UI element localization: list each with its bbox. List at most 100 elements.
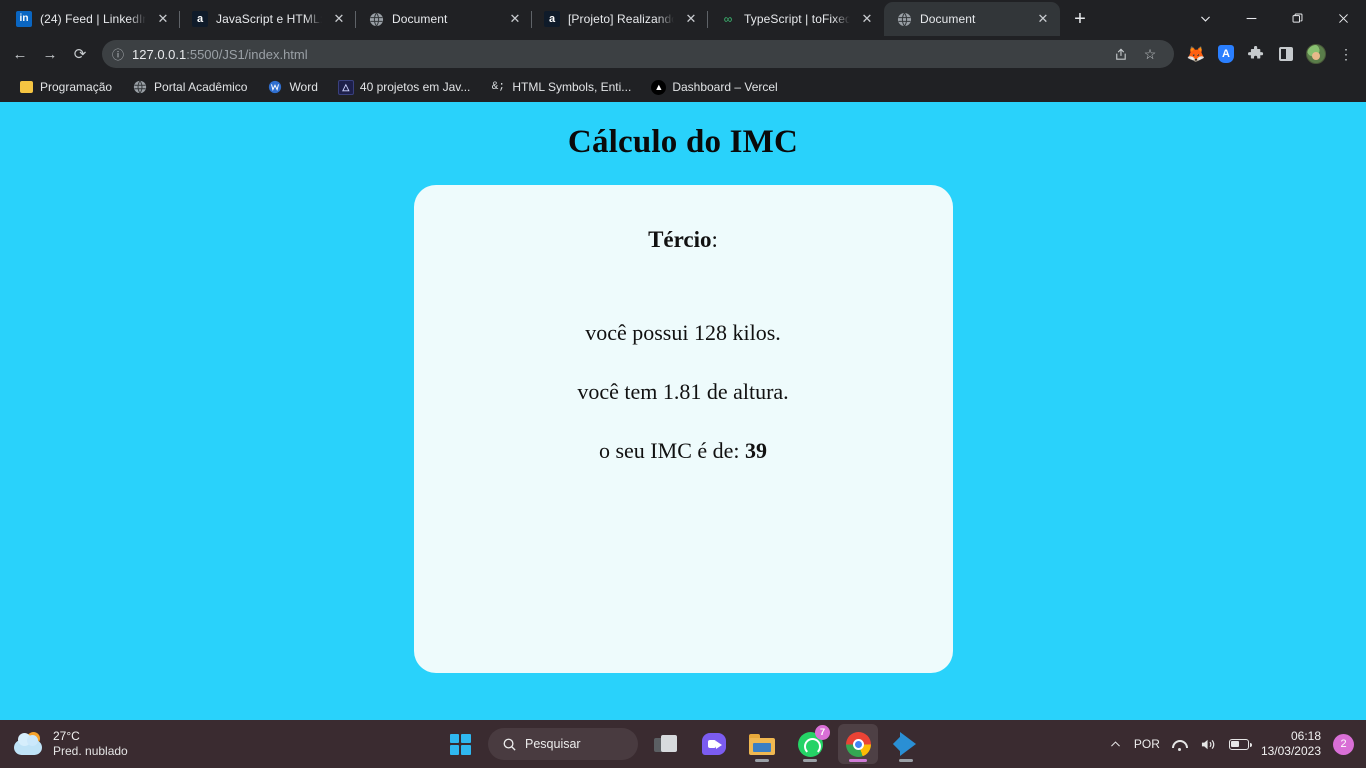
search-icon <box>503 738 516 751</box>
sun-behind-cloud-icon <box>14 731 44 757</box>
battery-icon[interactable] <box>1228 738 1252 750</box>
file-explorer-button[interactable] <box>742 724 782 764</box>
clock-date: 13/03/2023 <box>1260 744 1321 758</box>
vercel-icon: ▲ <box>651 79 667 95</box>
browser-window: in (24) Feed | LinkedIn ✕ a JavaScript e… <box>0 0 1366 768</box>
tab-close-icon[interactable]: ✕ <box>330 10 348 28</box>
share-icon[interactable] <box>1106 40 1134 68</box>
url-host: 127.0.0.1 <box>132 46 187 62</box>
height-line: você tem 1.81 de altura. <box>577 379 789 404</box>
teams-icon <box>702 733 726 755</box>
tab-close-icon[interactable]: ✕ <box>154 10 172 28</box>
bookmark-label: 40 projetos em Jav... <box>359 80 471 94</box>
vscode-icon <box>894 732 918 756</box>
metamask-icon[interactable]: 🦊 <box>1182 40 1210 68</box>
tab-linkedin[interactable]: in (24) Feed | LinkedIn ✕ <box>4 2 180 36</box>
vscode-button[interactable] <box>886 724 926 764</box>
tab-close-icon[interactable]: ✕ <box>858 10 876 28</box>
tab-close-icon[interactable]: ✕ <box>506 10 524 28</box>
bookmark-programacao[interactable]: Programação <box>10 76 120 98</box>
reload-icon[interactable]: ⟳ <box>66 40 94 68</box>
extensions-puzzle-icon[interactable] <box>1242 40 1270 68</box>
tab-title: Document <box>920 12 976 26</box>
taskbar-clock[interactable]: 06:18 13/03/2023 <box>1261 729 1321 759</box>
tab-search-icon[interactable] <box>1182 0 1228 36</box>
running-indicator <box>803 759 817 762</box>
bookmark-label: Programação <box>40 80 113 94</box>
page-viewport: Cálculo do IMC Tércio: você possui 128 k… <box>0 102 1366 720</box>
tab-projeto-realizando[interactable]: a [Projeto] Realizando o ✕ <box>532 2 708 36</box>
restore-icon[interactable] <box>1274 0 1320 36</box>
windows-taskbar: 27°C Pred. nublado Pesquisar 7 POR 06:18… <box>0 720 1366 768</box>
task-view-button[interactable] <box>646 724 686 764</box>
volume-icon[interactable] <box>1200 737 1217 752</box>
typescript-link-icon: ∞ <box>723 12 733 26</box>
imc-result-lines: você possui 128 kilos. você tem 1.81 de … <box>414 322 953 462</box>
tab-title: (24) Feed | LinkedIn <box>40 12 146 26</box>
tab-document-1[interactable]: Document ✕ <box>356 2 532 36</box>
window-controls <box>1182 0 1366 36</box>
document-globe-icon <box>896 11 912 27</box>
tab-typescript-tofixed[interactable]: ∞ TypeScript | toFixed() ✕ <box>708 2 884 36</box>
whatsapp-badge: 7 <box>815 725 830 740</box>
file-explorer-icon <box>749 733 775 755</box>
tab-javascript-html[interactable]: a JavaScript e HTML: de ✕ <box>180 2 356 36</box>
task-view-icon <box>654 735 678 753</box>
url-path: :5500/JS1/index.html <box>186 46 308 62</box>
browser-toolbar: ← → ⟳ ⓘ 127.0.0.1:5500/JS1/index.html ☆ … <box>0 36 1366 72</box>
chrome-icon <box>845 731 871 757</box>
bookmark-star-icon[interactable]: ☆ <box>1136 40 1164 68</box>
bookmark-40-projetos[interactable]: △ 40 projetos em Jav... <box>330 77 479 98</box>
bookmark-label: Portal Acadêmico <box>154 80 248 94</box>
page-title: Cálculo do IMC <box>567 124 799 160</box>
alura-academy-icon: △ <box>337 79 354 95</box>
bookmark-vercel[interactable]: ▲ Dashboard – Vercel <box>643 77 785 98</box>
minimize-icon[interactable] <box>1228 0 1274 36</box>
bookmark-portal-academico[interactable]: Portal Acadêmico <box>124 76 255 98</box>
taskbar-search[interactable]: Pesquisar <box>488 728 638 760</box>
bookmark-label: Dashboard – Vercel <box>672 80 778 94</box>
whatsapp-button[interactable]: 7 <box>790 724 830 764</box>
chrome-menu-icon[interactable]: ⋮ <box>1332 40 1360 68</box>
adblock-icon[interactable]: A <box>1212 40 1240 68</box>
tab-close-icon[interactable]: ✕ <box>682 10 700 28</box>
teams-button[interactable] <box>694 724 734 764</box>
language-indicator[interactable]: POR <box>1134 737 1160 751</box>
wifi-icon[interactable] <box>1171 738 1188 751</box>
tab-close-icon[interactable]: ✕ <box>1034 10 1052 28</box>
running-indicator <box>899 759 913 762</box>
imc-label: o seu IMC é de: <box>598 438 746 463</box>
site-info-icon[interactable]: ⓘ <box>112 46 124 63</box>
notification-badge[interactable]: 2 <box>1333 733 1354 755</box>
bookmark-label: HTML Symbols, Enti... <box>512 80 632 94</box>
bookmark-label: Word <box>289 80 318 94</box>
profile-avatar[interactable] <box>1302 40 1330 68</box>
tab-document-2-active[interactable]: Document ✕ <box>884 2 1060 36</box>
address-bar-url: 127.0.0.1:5500/JS1/index.html <box>132 47 308 62</box>
bookmark-html-symbols[interactable]: &; HTML Symbols, Enti... <box>482 76 639 98</box>
running-indicator <box>755 759 769 762</box>
bookmark-word[interactable]: Word <box>259 76 325 98</box>
user-name-heading: Tércio: <box>414 227 953 253</box>
chrome-button[interactable] <box>838 724 878 764</box>
tab-title: [Projeto] Realizando o <box>568 12 674 26</box>
weather-description: Pred. nublado <box>53 744 128 758</box>
word-icon <box>267 79 283 95</box>
forward-icon[interactable]: → <box>36 40 64 68</box>
address-bar[interactable]: ⓘ 127.0.0.1:5500/JS1/index.html ☆ <box>102 40 1174 68</box>
new-tab-button[interactable]: + <box>1066 5 1094 33</box>
start-button[interactable] <box>440 724 480 764</box>
taskbar-center-group: Pesquisar 7 <box>440 720 926 768</box>
back-icon[interactable]: ← <box>6 40 34 68</box>
active-indicator <box>849 759 867 762</box>
alura-icon: a <box>544 11 560 27</box>
close-icon[interactable] <box>1320 0 1366 36</box>
tab-title: Document <box>392 12 448 26</box>
side-panel-icon[interactable] <box>1272 40 1300 68</box>
globe-icon <box>132 79 148 95</box>
tray-chevron-up-icon[interactable] <box>1109 738 1122 751</box>
tab-strip: in (24) Feed | LinkedIn ✕ a JavaScript e… <box>0 0 1366 36</box>
omnibox-actions: ☆ <box>1106 40 1164 68</box>
document-globe-icon <box>368 11 384 27</box>
taskbar-weather-widget[interactable]: 27°C Pred. nublado <box>0 729 128 759</box>
